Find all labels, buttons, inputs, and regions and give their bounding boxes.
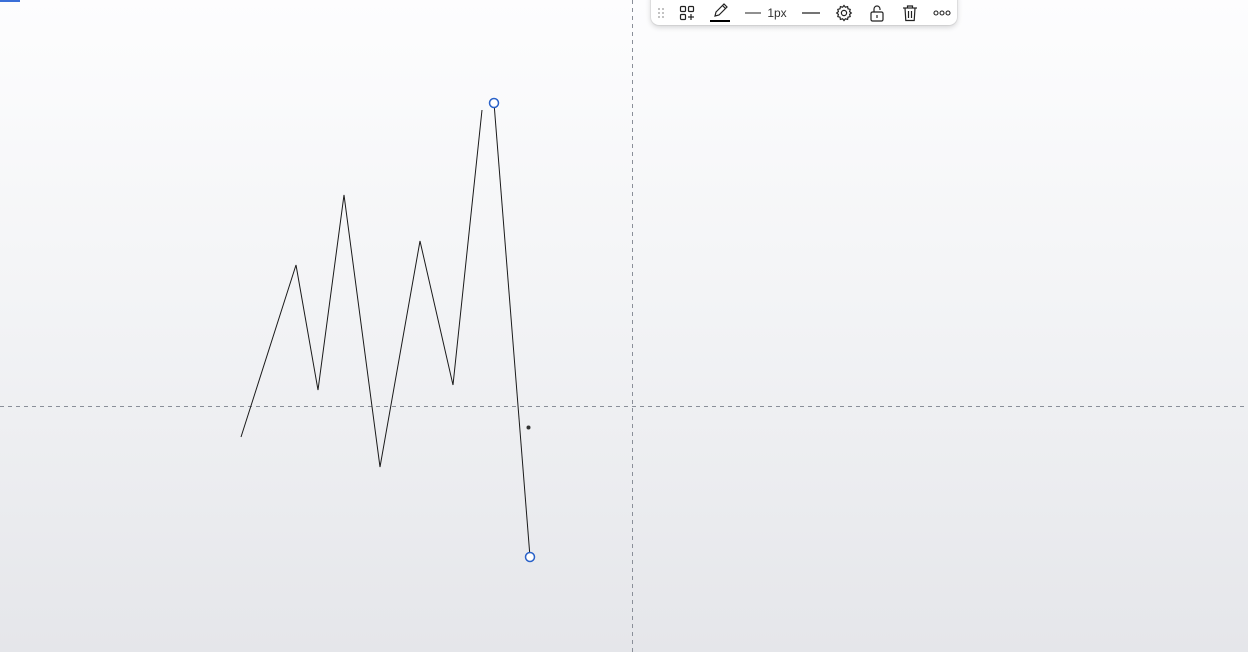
segment-start-handle[interactable] [488,97,500,109]
grid-plus-icon [679,5,695,20]
gear-icon [835,4,853,21]
settings-button[interactable] [834,0,854,25]
line-color-swatch [710,20,730,22]
pencil-icon [714,3,728,17]
drawing-toolbar: 1px [651,0,957,25]
line-color-button[interactable] [709,0,731,25]
line-width-icon [745,12,762,13]
delete-button[interactable] [900,0,920,25]
line-style-icon [802,11,820,14]
lock-button[interactable] [867,0,887,25]
unlock-icon [870,4,884,22]
templates-button[interactable] [677,0,697,25]
line-width-label: 1px [767,5,787,20]
chart-canvas[interactable]: 1px [0,0,1248,652]
drag-handle-icon[interactable] [655,0,667,25]
more-button[interactable] [931,0,953,25]
more-dots-icon [933,9,951,16]
drawing-layer [0,0,1248,652]
line-width-button[interactable]: 1px [743,0,789,25]
line-style-button[interactable] [801,0,821,25]
selected-segment[interactable] [493,102,531,558]
segment-end-handle[interactable] [524,551,536,563]
drawn-polyline[interactable] [240,109,483,468]
trash-icon [903,4,917,21]
cursor-dot [526,425,531,430]
